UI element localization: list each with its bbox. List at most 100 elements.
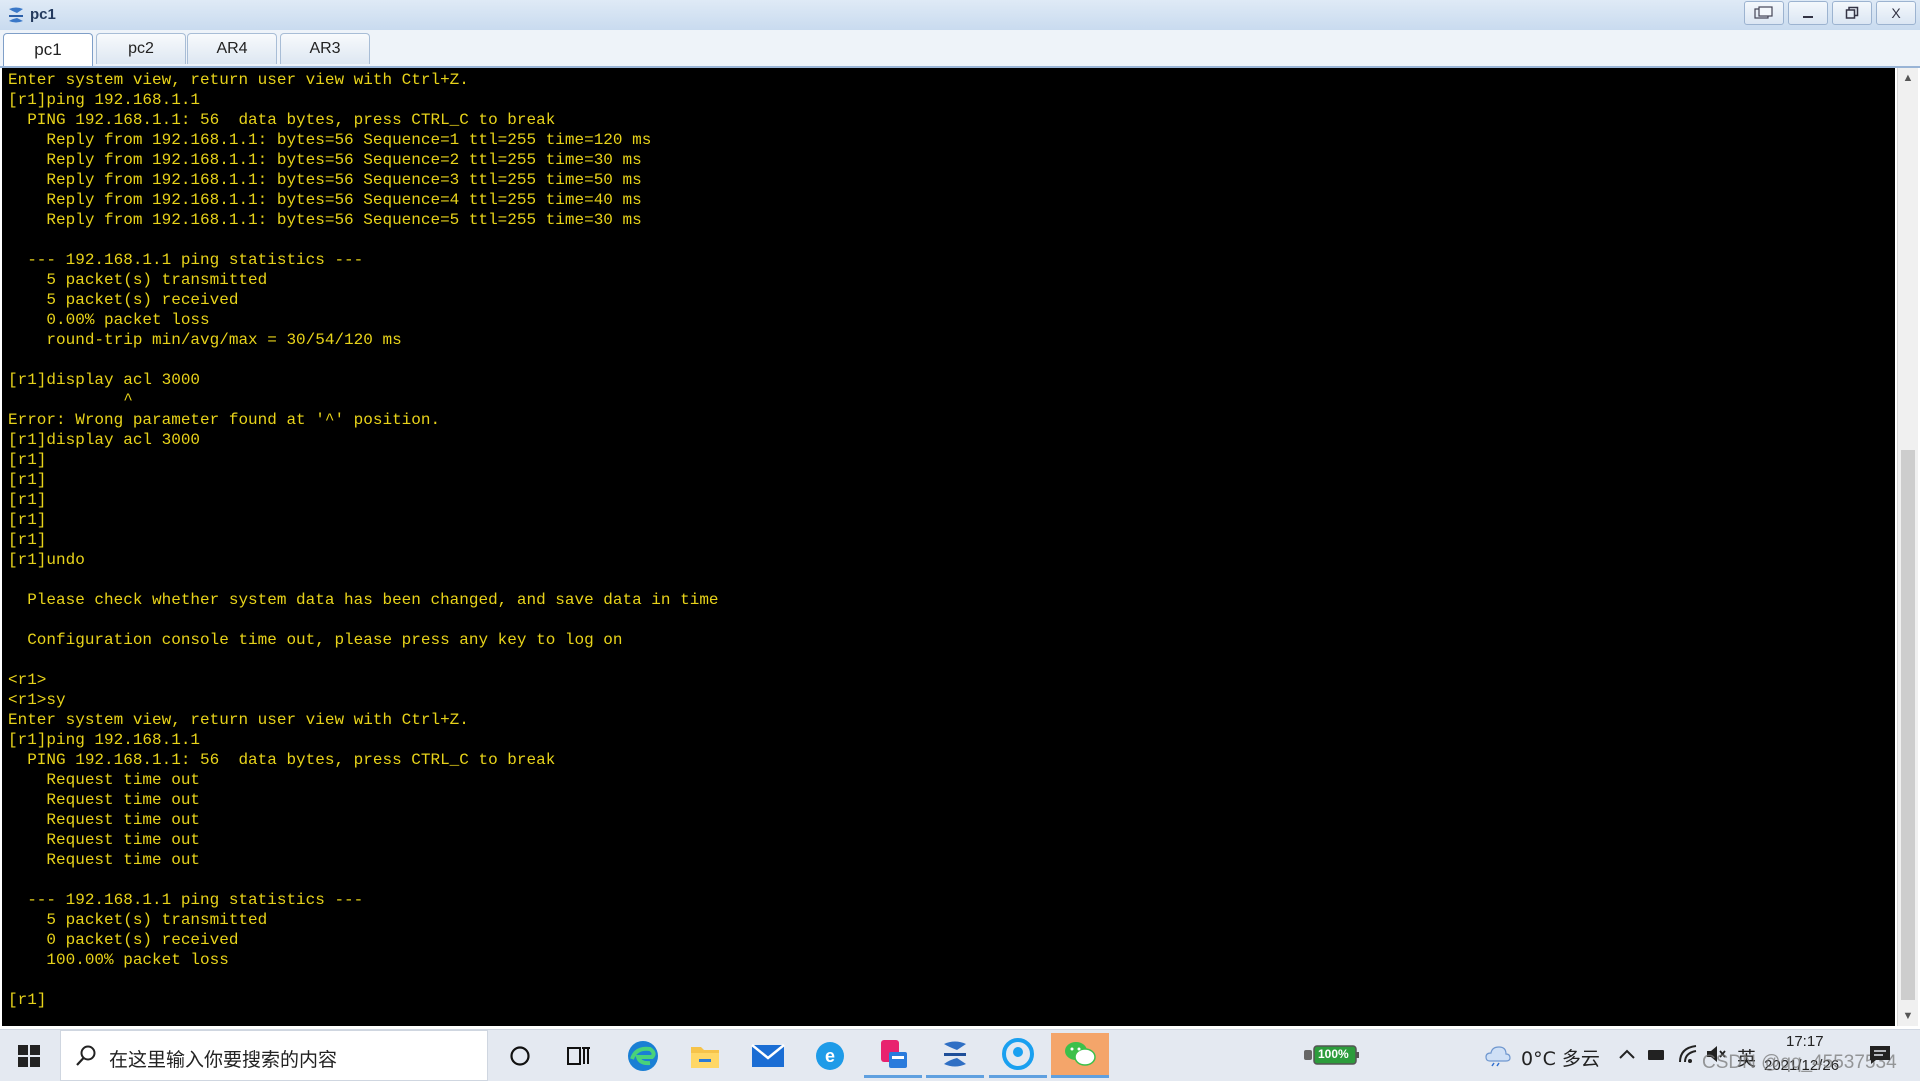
terminal-line: --- 192.168.1.1 ping statistics --- <box>8 891 364 909</box>
minimize-button[interactable] <box>1788 1 1828 25</box>
terminal-line: [r1] <box>8 991 47 1009</box>
task-view-icon <box>567 1046 590 1065</box>
windows-start-icon <box>18 1044 40 1067</box>
terminal-line: Please check whether system data has bee… <box>8 591 719 609</box>
svg-text:e: e <box>825 1046 835 1066</box>
terminal-line: ^ <box>8 391 133 409</box>
terminal-console[interactable]: Enter system view, return user view with… <box>2 68 1895 1026</box>
terminal-line: Reply from 192.168.1.1: bytes=56 Sequenc… <box>8 191 642 209</box>
search-placeholder: 在这里输入你要搜索的内容 <box>109 1049 338 1071</box>
weather-text[interactable]: 0°C 多云 <box>1521 1044 1600 1071</box>
terminal-line: PING 192.168.1.1: 56 data bytes, press C… <box>8 751 556 769</box>
search-icon <box>76 1045 96 1066</box>
ie-button[interactable]: e <box>801 1033 859 1078</box>
terminal-line: Request time out <box>8 771 201 789</box>
terminal-line: [r1] <box>8 531 47 549</box>
window-controls: X <box>1740 1 1916 25</box>
mail-icon <box>751 1043 785 1067</box>
terminal-line: [r1] <box>8 491 47 509</box>
tab-pc1[interactable]: pc1 <box>3 33 93 66</box>
notification-center-icon[interactable] <box>1868 1044 1892 1066</box>
terminal-line: Error: Wrong parameter found at '^' posi… <box>8 411 441 429</box>
terminal-line: [r1]ping 192.168.1.1 <box>8 731 201 749</box>
terminal-scrollbar[interactable]: ▲ ▼ <box>1897 68 1918 1026</box>
terminal-line: [r1] <box>8 511 47 529</box>
minimize-icon <box>1803 16 1813 18</box>
file-explorer-button[interactable] <box>676 1033 734 1078</box>
terminal-line: Request time out <box>8 851 201 869</box>
edge-button[interactable] <box>614 1033 672 1078</box>
terminal-line: <r1> <box>8 671 47 689</box>
terminal-line: [r1]display acl 3000 <box>8 371 201 389</box>
terminal-line: [r1]display acl 3000 <box>8 431 201 449</box>
terminal-line: Reply from 192.168.1.1: bytes=56 Sequenc… <box>8 211 642 229</box>
close-button[interactable]: X <box>1876 1 1916 25</box>
terminal-line: --- 192.168.1.1 ping statistics --- <box>8 251 364 269</box>
maximize-icon <box>1845 6 1859 19</box>
cortana-button[interactable] <box>491 1033 549 1078</box>
power-plug-icon[interactable] <box>1646 1047 1666 1063</box>
cortana-icon <box>510 1045 530 1066</box>
maximize-button[interactable] <box>1832 1 1872 25</box>
terminal-line: Reply from 192.168.1.1: bytes=56 Sequenc… <box>8 151 642 169</box>
qq-browser-button[interactable] <box>989 1033 1047 1078</box>
app-button[interactable] <box>864 1033 922 1078</box>
terminal-line: 5 packet(s) transmitted <box>8 911 268 929</box>
terminal-line: Enter system view, return user view with… <box>8 711 469 729</box>
terminal-line: PING 192.168.1.1: 56 data bytes, press C… <box>8 111 556 129</box>
terminal-line: 0 packet(s) received <box>8 931 239 949</box>
wifi-icon[interactable] <box>1678 1044 1700 1064</box>
ensp-app-icon <box>9 7 23 23</box>
terminal-line: 5 packet(s) transmitted <box>8 271 268 289</box>
tab-ar3[interactable]: AR3 <box>280 33 370 64</box>
scroll-up-icon[interactable]: ▲ <box>1898 68 1918 88</box>
terminal-line: round-trip min/avg/max = 30/54/120 ms <box>8 331 402 349</box>
terminal-line: Request time out <box>8 811 201 829</box>
terminal-line: [r1]ping 192.168.1.1 <box>8 91 201 109</box>
battery-percentage: 100% <box>1318 1047 1349 1061</box>
terminal-line: [r1]undo <box>8 551 85 569</box>
wechat-icon <box>1065 1042 1096 1066</box>
app-icon <box>881 1040 907 1068</box>
device-tabs: pc1 pc2 AR4 AR3 <box>0 30 1920 68</box>
restore-console-icon <box>1754 6 1773 19</box>
file-explorer-icon <box>691 1046 719 1068</box>
qq-browser-icon <box>1002 1038 1034 1070</box>
terminal-line: Reply from 192.168.1.1: bytes=56 Sequenc… <box>8 171 642 189</box>
terminal-line: Configuration console time out, please p… <box>8 631 623 649</box>
restore-console-button[interactable] <box>1744 1 1784 25</box>
task-view-button[interactable] <box>550 1033 608 1078</box>
terminal-line: 5 packet(s) received <box>8 291 239 309</box>
close-icon: X <box>1891 5 1901 21</box>
ensp-button[interactable] <box>926 1033 984 1078</box>
terminal-line: Enter system view, return user view with… <box>8 71 469 89</box>
mail-button[interactable] <box>739 1033 797 1078</box>
tab-pc2[interactable]: pc2 <box>96 33 186 64</box>
wechat-button[interactable] <box>1051 1033 1109 1078</box>
ie-icon: e <box>816 1041 844 1070</box>
title-bar: pc1 X <box>0 0 1920 31</box>
terminal-output: Enter system view, return user view with… <box>8 70 719 1010</box>
weather-icon <box>1485 1046 1511 1067</box>
taskbar-search-box[interactable]: 在这里输入你要搜索的内容 <box>60 1030 488 1081</box>
scrollbar-thumb[interactable] <box>1901 450 1915 1000</box>
terminal-line: Reply from 192.168.1.1: bytes=56 Sequenc… <box>8 131 652 149</box>
terminal-line: 100.00% packet loss <box>8 951 229 969</box>
tab-ar4[interactable]: AR4 <box>187 33 277 64</box>
scroll-down-icon[interactable]: ▼ <box>1898 1006 1918 1026</box>
start-button[interactable] <box>0 1030 58 1081</box>
edge-icon <box>628 1040 658 1071</box>
chevron-up-icon[interactable] <box>1618 1047 1636 1061</box>
windows-taskbar: 在这里输入你要搜索的内容 e 100% 0°C 多云 英 17:17 2021/… <box>0 1029 1920 1081</box>
terminal-line: Request time out <box>8 831 201 849</box>
terminal-line: 0.00% packet loss <box>8 311 210 329</box>
clock-time[interactable]: 17:17 <box>1786 1033 1824 1050</box>
terminal-line: [r1] <box>8 451 47 469</box>
